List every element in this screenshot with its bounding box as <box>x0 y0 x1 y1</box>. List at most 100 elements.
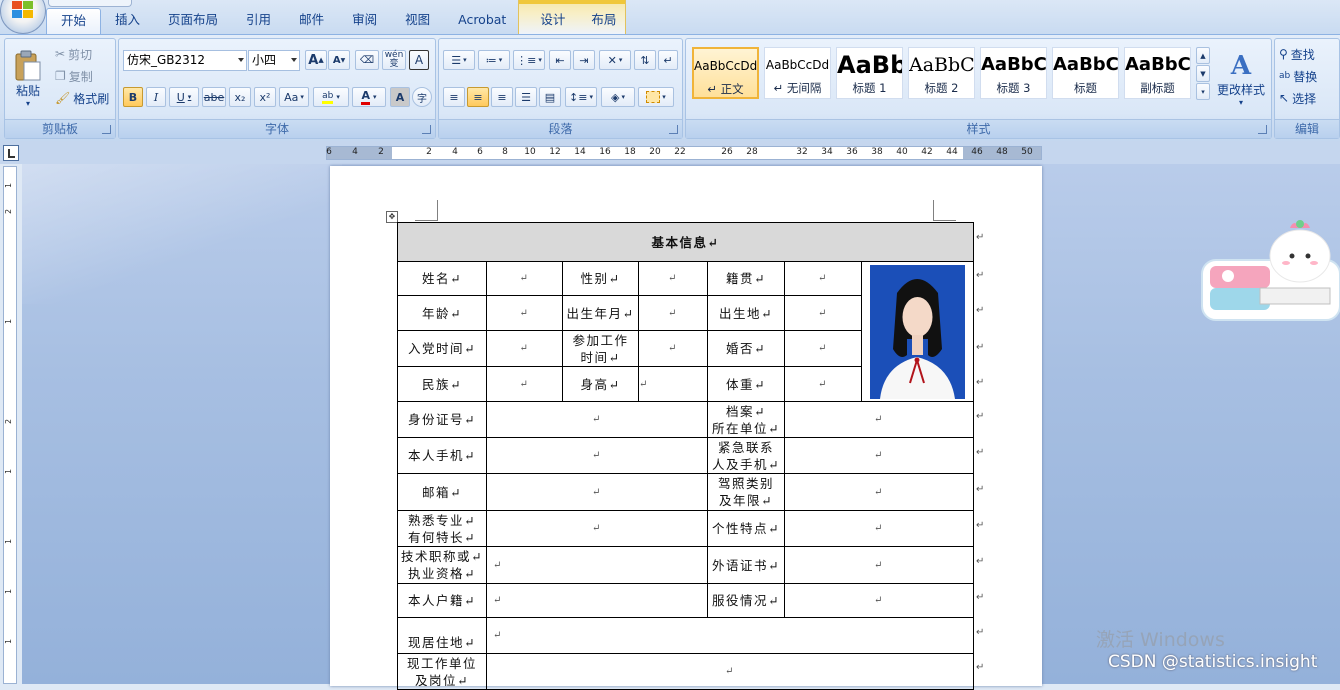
paste-button[interactable]: 粘贴 ▾ <box>9 43 47 115</box>
style-subtitle[interactable]: AaBbC 副标题 <box>1124 47 1191 99</box>
chevron-down-icon[interactable]: ▾ <box>463 56 467 64</box>
chevron-down-icon[interactable]: ▾ <box>621 93 625 101</box>
value-name[interactable]: ↵ <box>486 261 563 296</box>
bold-button[interactable]: B <box>123 87 143 107</box>
label-birth-month[interactable]: 出生年月↵ <box>562 295 639 331</box>
label-language-cert[interactable]: 外语证书↵ <box>707 546 785 584</box>
value-mobile[interactable]: ↵ <box>486 437 708 474</box>
font-color-button[interactable]: A ▾ <box>352 87 386 107</box>
chevron-down-icon[interactable] <box>291 58 297 62</box>
increase-indent-button[interactable]: ⇥ <box>573 50 595 70</box>
phonetic-guide-button[interactable]: wén 变 <box>382 50 406 70</box>
label-party-join-time[interactable]: 入党时间↵ <box>397 330 487 367</box>
styles-scroll-up[interactable]: ▲ <box>1196 47 1210 64</box>
cut-button[interactable]: ✂ 剪切 <box>55 45 92 63</box>
value-work-start-time[interactable]: ↵ <box>638 330 708 367</box>
label-current-address[interactable]: 现居住地↵ <box>397 617 487 654</box>
highlight-button[interactable]: ab ▾ <box>313 87 349 107</box>
value-email[interactable]: ↵ <box>486 473 708 511</box>
chevron-down-icon[interactable]: ▾ <box>188 93 192 101</box>
clear-format-button[interactable]: ⌫ <box>355 50 379 70</box>
chevron-down-icon[interactable]: ▾ <box>336 93 340 101</box>
show-marks-button[interactable]: ↵ <box>658 50 678 70</box>
label-current-employer[interactable]: 现工作单位 及岗位↵ <box>397 653 487 690</box>
styles-dialog-launcher[interactable] <box>1258 125 1267 134</box>
tab-insert[interactable]: 插入 <box>101 8 154 32</box>
styles-more[interactable]: ▾ <box>1196 83 1210 100</box>
tab-view[interactable]: 视图 <box>391 8 444 32</box>
line-spacing-button[interactable]: ↕≡ ▾ <box>565 87 597 107</box>
strikethrough-button[interactable]: abe <box>202 87 226 107</box>
label-weight[interactable]: 体重↵ <box>707 366 785 402</box>
chevron-down-icon[interactable]: ▾ <box>499 56 503 64</box>
value-birth-month[interactable]: ↵ <box>638 295 708 331</box>
table-title[interactable]: 基本信息↵ <box>397 222 974 262</box>
value-personality[interactable]: ↵ <box>784 510 974 547</box>
clipboard-dialog-launcher[interactable] <box>102 125 111 134</box>
label-gender[interactable]: 性别↵ <box>562 261 639 296</box>
chevron-down-icon[interactable]: ▾ <box>589 93 593 101</box>
change-case-button[interactable]: Aa ▾ <box>279 87 309 107</box>
character-border-button[interactable]: A <box>409 50 429 70</box>
character-shading-button[interactable]: A <box>390 87 410 107</box>
value-archive-unit[interactable]: ↵ <box>784 401 974 438</box>
tab-page-layout[interactable]: 页面布局 <box>154 8 232 32</box>
style-normal[interactable]: AaBbCcDd ↵ 正文 <box>692 47 759 99</box>
enclose-characters-button[interactable]: 字 <box>412 87 432 107</box>
label-birthplace[interactable]: 出生地↵ <box>707 295 785 331</box>
replace-button[interactable]: ab 替换 <box>1279 67 1317 85</box>
style-heading-1[interactable]: AaBb 标题 1 <box>836 47 903 99</box>
font-name-input[interactable]: 仿宋_GB2312 <box>123 50 247 71</box>
label-mobile[interactable]: 本人手机↵ <box>397 437 487 474</box>
label-expertise[interactable]: 熟悉专业↵ 有何特长↵ <box>397 510 487 547</box>
multilevel-list-button[interactable]: ⋮≡ ▾ <box>513 50 545 70</box>
chevron-down-icon[interactable]: ▾ <box>619 56 623 64</box>
tab-references[interactable]: 引用 <box>232 8 285 32</box>
font-dialog-launcher[interactable] <box>422 125 431 134</box>
value-professional-title[interactable]: ↵ <box>486 546 708 584</box>
photo-cell[interactable] <box>861 261 974 402</box>
chevron-down-icon[interactable]: ▾ <box>538 56 542 64</box>
shrink-font-button[interactable]: A ▼ <box>328 50 350 70</box>
find-button[interactable]: ⚲ 查找 <box>1279 45 1315 63</box>
value-gender[interactable]: ↵ <box>638 261 708 296</box>
label-height[interactable]: 身高↵ <box>562 366 639 402</box>
borders-button[interactable]: ▾ <box>638 87 674 107</box>
label-personality[interactable]: 个性特点↵ <box>707 510 785 547</box>
style-heading-2[interactable]: AaBbC 标题 2 <box>908 47 975 99</box>
value-hukou[interactable]: ↵ <box>486 583 708 618</box>
value-emergency-contact[interactable]: ↵ <box>784 437 974 474</box>
italic-button[interactable]: I <box>146 87 166 107</box>
value-ethnicity[interactable]: ↵ <box>486 366 563 402</box>
style-heading-3[interactable]: AaBbC 标题 3 <box>980 47 1047 99</box>
value-marital-status[interactable]: ↵ <box>784 330 862 367</box>
font-size-input[interactable]: 小四 <box>248 50 300 71</box>
numbering-button[interactable]: ≔ ▾ <box>478 50 510 70</box>
change-styles-button[interactable]: A 更改样式 ▾ <box>1214 43 1268 115</box>
justify-button[interactable]: ☰ <box>515 87 537 107</box>
tab-home[interactable]: 开始 <box>46 8 102 34</box>
label-native-place[interactable]: 籍贯↵ <box>707 261 785 296</box>
tab-review[interactable]: 审阅 <box>338 8 391 32</box>
align-left-button[interactable]: ≡ <box>443 87 465 107</box>
label-archive-unit[interactable]: 档案↵ 所在单位↵ <box>707 401 785 438</box>
chevron-down-icon[interactable]: ▾ <box>662 93 666 101</box>
distributed-button[interactable]: ▤ <box>539 87 561 107</box>
chinese-layout-button[interactable]: ✕ ▾ <box>599 50 631 70</box>
subscript-button[interactable]: x₂ <box>229 87 251 107</box>
styles-scroll-down[interactable]: ▼ <box>1196 65 1210 82</box>
label-work-start-time[interactable]: 参加工作 时间↵ <box>562 330 639 367</box>
chevron-down-icon[interactable]: ▾ <box>373 93 377 101</box>
value-language-cert[interactable]: ↵ <box>784 546 974 584</box>
label-marital-status[interactable]: 婚否↵ <box>707 330 785 367</box>
value-native-place[interactable]: ↵ <box>784 261 862 296</box>
chevron-down-icon[interactable] <box>238 58 244 62</box>
value-party-join-time[interactable]: ↵ <box>486 330 563 367</box>
paragraph-dialog-launcher[interactable] <box>669 125 678 134</box>
tab-mailings[interactable]: 邮件 <box>285 8 338 32</box>
vertical-ruler[interactable]: 1 2 1 2 1 1 1 1 <box>3 166 17 684</box>
chevron-down-icon[interactable]: ▾ <box>300 93 304 101</box>
copy-button[interactable]: ❐ 复制 <box>55 67 93 85</box>
value-weight[interactable]: ↵ <box>784 366 862 402</box>
quick-access-toolbar[interactable] <box>48 0 132 7</box>
